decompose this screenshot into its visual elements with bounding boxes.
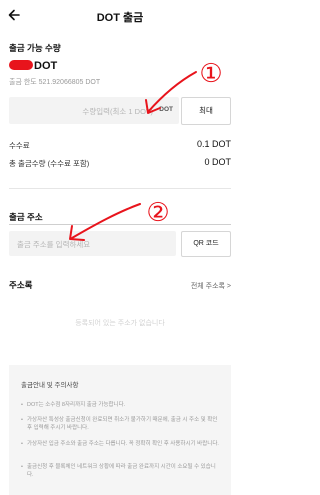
notice-title: 출금안내 및 주의사항	[21, 382, 79, 389]
address-input[interactable]: 출금 주소를 입력하세요	[9, 231, 176, 256]
redacted-amount-mark	[9, 60, 33, 70]
total-label: 총 출금수량 (수수료 포함)	[9, 159, 90, 168]
all-address-book-link[interactable]: 전체 주소록 >	[191, 281, 231, 291]
notice-item: DOT는 소수점 8자리까지 출금 가능합니다.	[21, 401, 221, 409]
address-label: 출금 주소	[9, 212, 43, 222]
fee-row: 수수료 0.1 DOT	[9, 139, 231, 151]
address-book-empty-text: 등록되어 있는 주소가 없습니다	[75, 320, 165, 327]
notice-item: 가상자산 입금 주소와 출금 주소는 다릅니다. 꼭 정확히 확인 후 사용하시…	[21, 440, 221, 448]
address-label-underline	[9, 224, 231, 225]
divider	[9, 188, 231, 189]
available-label: 출금 가능 수량	[9, 43, 61, 53]
amount-unit: DOT	[159, 106, 173, 113]
header: DOT 출금	[0, 0, 240, 34]
notice-item: 출금신청 후 블록체인 네트워크 상황에 따라 출금 완료까지 시간이 소요될 …	[21, 463, 221, 479]
qr-code-button[interactable]: QR 코드	[181, 231, 231, 257]
annotation-mark-1: ①	[199, 59, 222, 89]
fee-label: 수수료	[9, 141, 30, 150]
notice-box: 출금안내 및 주의사항 DOT는 소수점 8자리까지 출금 가능합니다. 가상자…	[9, 365, 231, 495]
address-book-label: 주소록	[9, 280, 33, 290]
amount-input[interactable]: 수량입력(최소 1 DOT) DOT	[9, 97, 179, 124]
available-unit: DOT	[34, 60, 58, 72]
notice-item: 가상자산 특성상 출금신청이 완료되면 취소가 불가하기 때문에, 출금 시 주…	[21, 416, 221, 432]
available-amount: DOT	[9, 60, 57, 72]
page-title: DOT 출금	[96, 12, 144, 24]
address-placeholder: 출금 주소를 입력하세요	[17, 240, 91, 249]
fee-value: 0.1 DOT	[196, 139, 231, 149]
total-value: 0 DOT	[204, 157, 231, 167]
amount-placeholder: 수량입력(최소 1 DOT)	[82, 107, 153, 116]
total-row: 총 출금수량 (수수료 포함) 0 DOT	[9, 157, 231, 169]
max-button[interactable]: 최대	[181, 97, 231, 125]
withdraw-limit: 출금 한도 521.92066805 DOT	[9, 79, 101, 86]
